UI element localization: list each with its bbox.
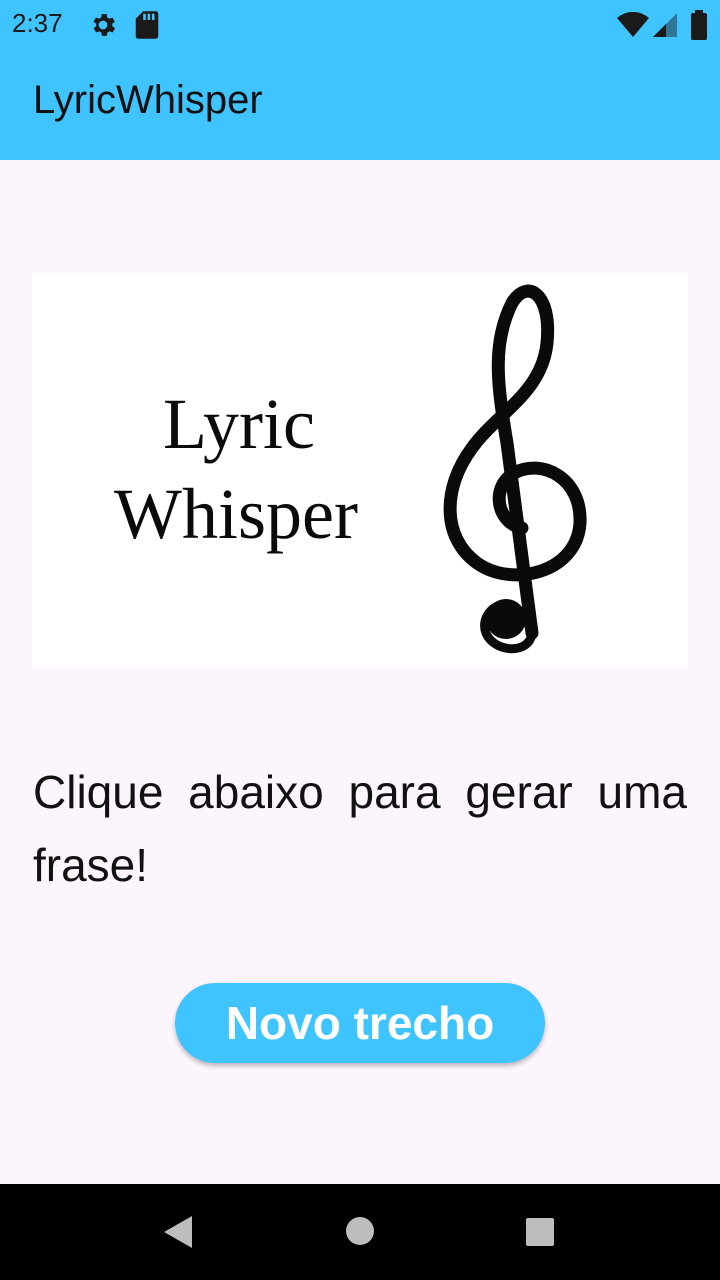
prompt-text: Clique abaixo para gerar uma frase! [33,766,687,891]
logo-text-line1: Lyric [163,384,315,464]
treble-clef-icon [443,284,587,654]
battery-icon [691,10,707,40]
navigation-bar [0,1184,720,1280]
new-snippet-button[interactable]: Novo trecho [175,983,545,1063]
gear-icon [93,14,116,36]
app-title: LyricWhisper [33,78,263,122]
logo-text-line2: Whisper [114,474,358,554]
sd-card-icon [135,11,159,39]
logo-image: Lyric Whisper [32,273,688,667]
recents-icon[interactable] [525,1217,555,1247]
wifi-icon [617,12,649,37]
status-time: 2:37 [12,8,63,38]
home-icon[interactable] [345,1216,375,1246]
signal-icon [653,13,677,37]
app-header: 2:37 LyricWhisper [0,0,720,160]
back-icon[interactable] [163,1215,193,1249]
status-bar: 2:37 [0,0,720,48]
